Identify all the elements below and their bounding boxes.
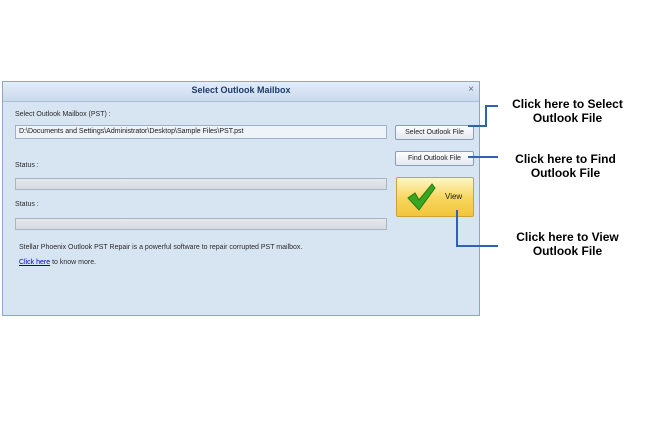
find-callout-line-1: Click here to Find [515, 152, 616, 166]
view-callout-line-1: Click here to View [516, 230, 619, 244]
select-callout: Click here to Select Outlook File [500, 97, 635, 125]
select-callout-line-1: Click here to Select [512, 97, 623, 111]
view-callout: Click here to View Outlook File [500, 230, 635, 258]
callout-connectors [456, 105, 498, 247]
select-callout-line-2: Outlook File [532, 111, 603, 125]
find-callout: Click here to Find Outlook File [498, 152, 633, 180]
view-callout-line-2: Outlook File [532, 244, 603, 258]
select-callout-line [468, 105, 498, 127]
find-callout-line-2: Outlook File [530, 166, 601, 180]
view-callout-line [456, 210, 498, 247]
